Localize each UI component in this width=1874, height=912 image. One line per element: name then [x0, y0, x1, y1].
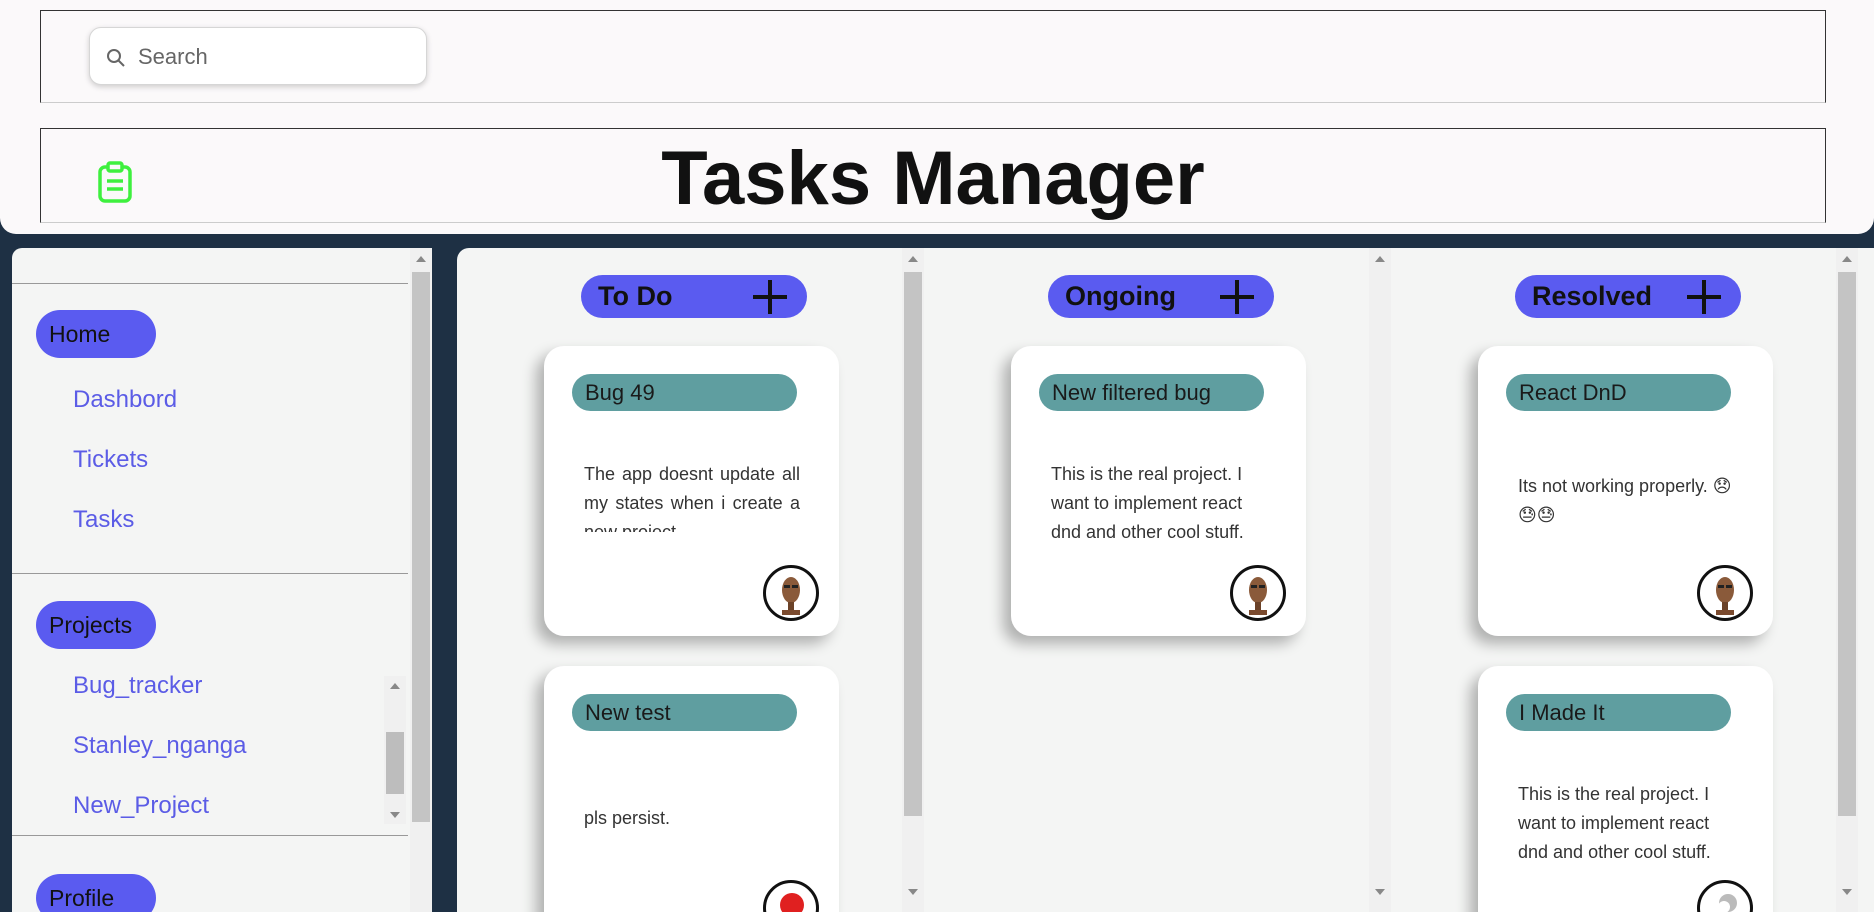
- add-task-icon[interactable]: [1687, 280, 1721, 314]
- search-input[interactable]: [136, 40, 420, 74]
- task-tag: New test: [572, 694, 797, 731]
- scroll-up-icon[interactable]: [390, 683, 400, 689]
- scroll-thumb[interactable]: [904, 272, 922, 816]
- sidebar-link-dashboard[interactable]: Dashbord: [73, 386, 177, 414]
- scroll-thumb[interactable]: [1838, 272, 1856, 816]
- scroll-down-icon[interactable]: [1842, 889, 1852, 895]
- avatar[interactable]: [1697, 880, 1753, 912]
- divider: [12, 283, 408, 284]
- column-header: Resolved: [1515, 275, 1741, 318]
- column-scrollbar[interactable]: [1836, 248, 1858, 912]
- avatar-figure-icon: [1716, 577, 1734, 615]
- sidebar-scrollbar[interactable]: [410, 248, 432, 912]
- task-tag: React DnD: [1506, 374, 1731, 411]
- avatar-red-icon: [780, 893, 804, 912]
- search-icon: [107, 49, 125, 67]
- task-tag: I Made It: [1506, 694, 1731, 731]
- task-description: pls persist.: [584, 808, 671, 828]
- divider: [12, 573, 408, 574]
- task-description: This is the real project. I want to impl…: [1051, 464, 1244, 542]
- task-description: The app doesnt update all my states when…: [584, 464, 800, 532]
- search-field[interactable]: [89, 27, 427, 85]
- column-header: Ongoing: [1048, 275, 1274, 318]
- avatar-figure-icon: [782, 577, 800, 615]
- avatar-gray-icon: [1718, 894, 1737, 912]
- task-card[interactable]: New test pls persist.: [544, 666, 839, 912]
- column-todo: To Do Bug 49 The app doesnt update all m…: [457, 248, 924, 912]
- scroll-down-icon[interactable]: [908, 889, 918, 895]
- task-board: To Do Bug 49 The app doesnt update all m…: [457, 248, 1874, 912]
- divider: [12, 835, 408, 836]
- avatar[interactable]: [763, 880, 819, 912]
- task-card[interactable]: I Made It This is the real project. I wa…: [1478, 666, 1773, 912]
- avatar[interactable]: [1230, 565, 1286, 621]
- title-bar: Tasks Manager: [40, 128, 1826, 223]
- projects-button[interactable]: Projects: [36, 601, 156, 649]
- scroll-up-icon[interactable]: [1842, 256, 1852, 262]
- add-task-icon[interactable]: [1220, 280, 1254, 314]
- scroll-up-icon[interactable]: [1375, 256, 1385, 262]
- task-description: Its not working properly. 😞😓😓: [1518, 476, 1732, 525]
- avatar[interactable]: [1697, 565, 1753, 621]
- column-title: To Do: [598, 281, 673, 311]
- home-button[interactable]: Home: [36, 310, 156, 358]
- task-tag: Bug 49: [572, 374, 797, 411]
- profile-button[interactable]: Profile: [36, 874, 156, 912]
- add-task-icon[interactable]: [753, 280, 787, 314]
- search-bar: [40, 10, 1826, 103]
- top-bar: Tasks Manager: [0, 0, 1874, 234]
- column-ongoing: Ongoing New filtered bug This is the rea…: [924, 248, 1391, 912]
- task-description: This is the real project. I want to impl…: [1518, 784, 1711, 862]
- scroll-up-icon[interactable]: [908, 256, 918, 262]
- column-header: To Do: [581, 275, 807, 318]
- column-title: Resolved: [1532, 281, 1653, 311]
- scroll-thumb[interactable]: [386, 732, 404, 794]
- scroll-down-icon[interactable]: [1375, 889, 1385, 895]
- task-card[interactable]: New filtered bug This is the real projec…: [1011, 346, 1306, 636]
- sidebar-link-tickets[interactable]: Tickets: [73, 446, 148, 474]
- task-card[interactable]: React DnD Its not working properly. 😞😓😓: [1478, 346, 1773, 636]
- avatar-figure-icon: [1249, 577, 1267, 615]
- task-tag: New filtered bug: [1039, 374, 1264, 411]
- scroll-up-icon[interactable]: [416, 256, 426, 262]
- column-scrollbar[interactable]: [1369, 248, 1391, 912]
- task-card[interactable]: Bug 49 The app doesnt update all my stat…: [544, 346, 839, 636]
- column-resolved: Resolved React DnD Its not working prope…: [1391, 248, 1858, 912]
- avatar[interactable]: [763, 565, 819, 621]
- scroll-down-icon[interactable]: [390, 812, 400, 818]
- sidebar-project-new-project[interactable]: New_Project: [73, 792, 209, 820]
- projects-scrollbar[interactable]: [384, 676, 406, 824]
- column-title: Ongoing: [1065, 281, 1176, 311]
- column-scrollbar[interactable]: [902, 248, 924, 912]
- page-title: Tasks Manager: [661, 136, 1205, 221]
- sidebar-link-tasks[interactable]: Tasks: [73, 506, 134, 534]
- scroll-thumb[interactable]: [412, 272, 430, 822]
- sidebar-project-stanley-nganga[interactable]: Stanley_nganga: [73, 732, 246, 760]
- sidebar-project-bug-tracker[interactable]: Bug_tracker: [73, 672, 202, 700]
- sidebar: Home Dashbord Tickets Tasks Projects Bug…: [12, 248, 432, 912]
